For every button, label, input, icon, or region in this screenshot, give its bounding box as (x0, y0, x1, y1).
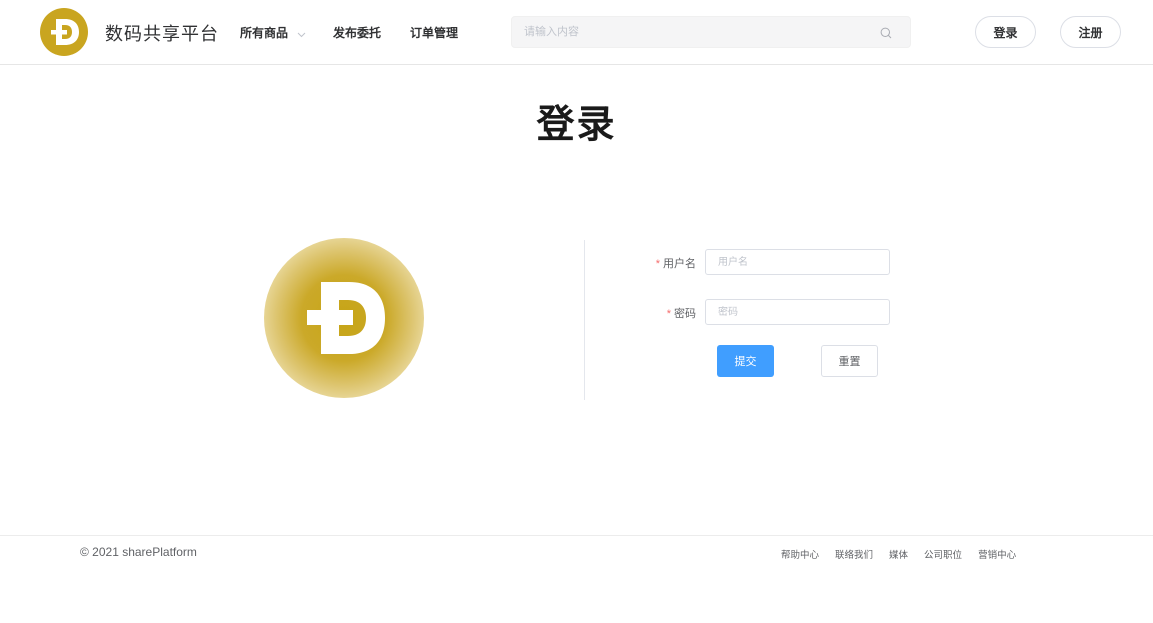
top-header: 数码共享平台 所有商品 发布委托 订单管理 登录 注册 (0, 0, 1153, 65)
page-title: 登录 (536, 104, 617, 146)
footer-link-contact[interactable]: 联络我们 (835, 547, 873, 561)
footer-links: 帮助中心 联络我们 媒体 公司职位 营销中心 (781, 547, 1016, 561)
search-box (511, 16, 911, 48)
username-label: * 用户名 (616, 255, 696, 271)
register-button[interactable]: 注册 (1060, 16, 1121, 48)
nav-orders[interactable]: 订单管理 (410, 24, 458, 41)
login-button[interactable]: 登录 (975, 16, 1036, 48)
password-label: * 密码 (616, 305, 696, 321)
footer-link-careers[interactable]: 公司职位 (924, 547, 962, 561)
footer-link-help[interactable]: 帮助中心 (781, 547, 819, 561)
vertical-divider (584, 240, 585, 400)
nav-all-products-label: 所有商品 (240, 26, 289, 40)
page-footer: © 2021 sharePlatform 帮助中心 联络我们 媒体 公司职位 营… (0, 535, 1153, 623)
chevron-down-icon (297, 27, 306, 41)
dogecoin-logo-icon (51, 19, 79, 45)
brand-name[interactable]: 数码共享平台 (105, 20, 219, 46)
submit-button[interactable]: 提交 (717, 345, 774, 377)
password-input[interactable] (705, 299, 890, 325)
search-input[interactable] (524, 17, 864, 47)
username-label-text: 用户名 (663, 258, 696, 270)
search-icon[interactable] (880, 26, 892, 44)
dogecoin-large-logo (264, 238, 424, 398)
reset-button[interactable]: 重置 (821, 345, 878, 377)
required-mark: * (655, 258, 660, 270)
nav-publish[interactable]: 发布委托 (333, 24, 381, 41)
nav-all-products[interactable]: 所有商品 (240, 24, 306, 41)
required-mark: * (666, 308, 671, 320)
username-input[interactable] (705, 249, 890, 275)
copyright-text: © 2021 sharePlatform (80, 545, 197, 559)
footer-link-marketing[interactable]: 营销中心 (978, 547, 1016, 561)
dogecoin-icon (307, 282, 385, 354)
footer-link-media[interactable]: 媒体 (889, 547, 908, 561)
password-label-text: 密码 (674, 308, 696, 320)
logo-icon[interactable] (40, 8, 88, 56)
